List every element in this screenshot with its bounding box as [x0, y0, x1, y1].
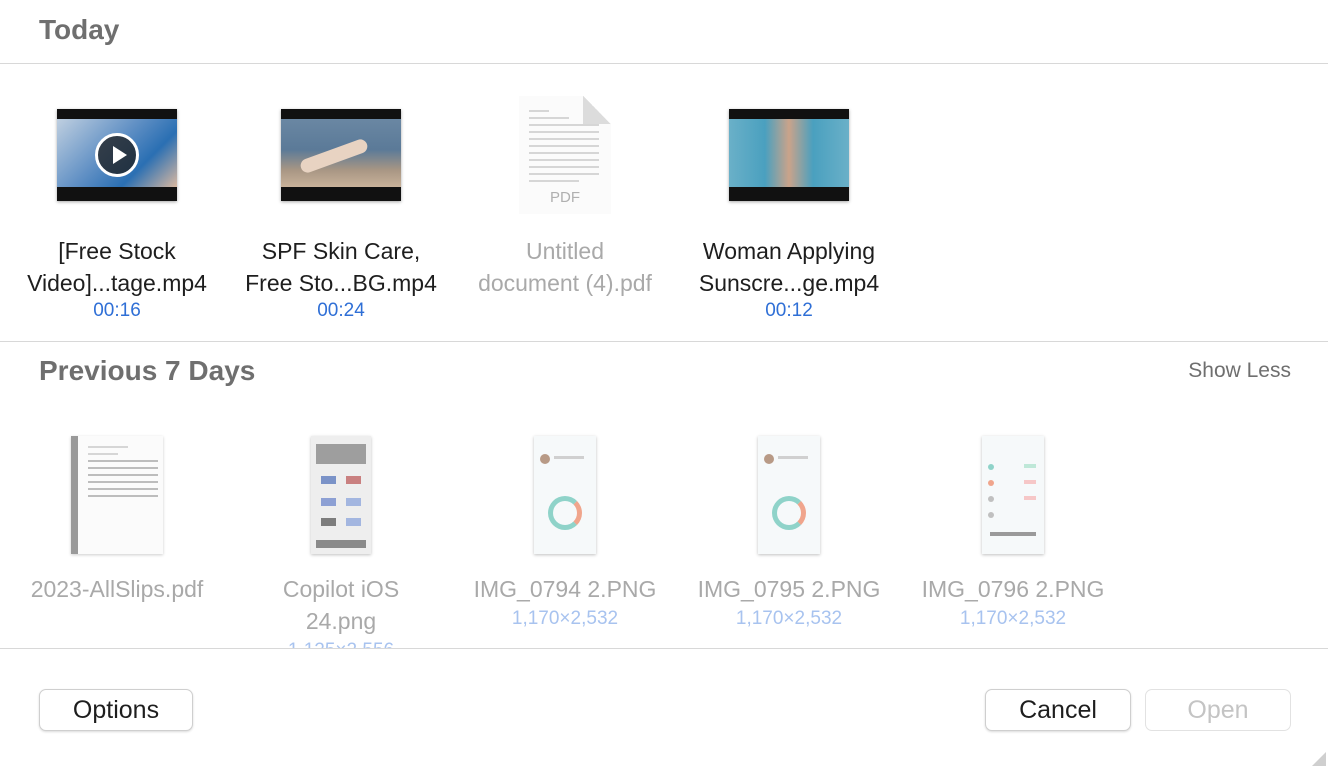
file-duration: 00:12: [765, 300, 813, 321]
pdf-document-icon: PDF: [519, 96, 611, 214]
open-button: Open: [1145, 689, 1291, 731]
previous-files-grid: 2023-AllSlips.pdf Copilot iOS 24.png 1,1…: [0, 420, 1328, 648]
image-dimensions: 1,170×2,532: [511, 608, 619, 629]
video-thumbnail: [57, 109, 177, 201]
image-thumbnail: [311, 436, 371, 554]
file-name: IMG_0794 2.PNG: [473, 576, 657, 602]
file-name: 2023-AllSlips.pdf: [30, 576, 204, 602]
divider: [0, 648, 1328, 649]
section-title-today: Today: [39, 14, 120, 45]
file-item: Copilot iOS 24.png 1,125×2,556: [229, 420, 453, 648]
image-thumbnail: [982, 436, 1044, 554]
file-item: IMG_0795 2.PNG 1,170×2,532: [677, 420, 901, 648]
file-item[interactable]: [Free Stock Video]...tage.mp4 00:16: [5, 90, 229, 330]
file-item: IMG_0796 2.PNG 1,170×2,532: [901, 420, 1125, 648]
image-dimensions: 1,170×2,532: [735, 608, 843, 629]
divider: [0, 341, 1328, 342]
file-item[interactable]: SPF Skin Care, Free Sto...BG.mp4 00:24: [229, 90, 453, 330]
file-item[interactable]: Woman Applying Sunscre...ge.mp4 00:12: [677, 90, 901, 330]
video-thumbnail: [729, 109, 849, 201]
image-thumbnail: [758, 436, 820, 554]
file-name: IMG_0795 2.PNG: [697, 576, 881, 602]
image-dimensions: 1,125×2,556: [229, 640, 453, 648]
section-title-previous: Previous 7 Days: [39, 355, 256, 386]
image-thumbnail: [534, 436, 596, 554]
options-button[interactable]: Options: [39, 689, 193, 731]
file-item: IMG_0794 2.PNG 1,170×2,532: [453, 420, 677, 648]
file-name: Woman Applying Sunscre...ge.mp4: [698, 238, 880, 296]
file-duration: 00:16: [93, 300, 141, 321]
file-name: Copilot iOS 24.png: [282, 576, 400, 634]
cancel-button[interactable]: Cancel: [985, 689, 1131, 731]
divider: [0, 63, 1328, 64]
video-thumbnail: [281, 109, 401, 201]
file-duration: 00:24: [317, 300, 365, 321]
show-less-button[interactable]: Show Less: [1188, 359, 1291, 383]
file-item: PDF Untitled document (4).pdf: [453, 90, 677, 330]
pdf-document-icon: [71, 436, 163, 554]
file-item: 2023-AllSlips.pdf: [5, 420, 229, 648]
file-name: [Free Stock Video]...tage.mp4: [27, 238, 207, 296]
resize-handle-icon[interactable]: [1302, 742, 1326, 766]
file-name: Untitled document (4).pdf: [478, 238, 652, 296]
play-icon: [95, 133, 139, 177]
file-name: SPF Skin Care, Free Sto...BG.mp4: [245, 238, 437, 296]
image-dimensions: 1,170×2,532: [959, 608, 1067, 629]
file-name: IMG_0796 2.PNG: [921, 576, 1105, 602]
